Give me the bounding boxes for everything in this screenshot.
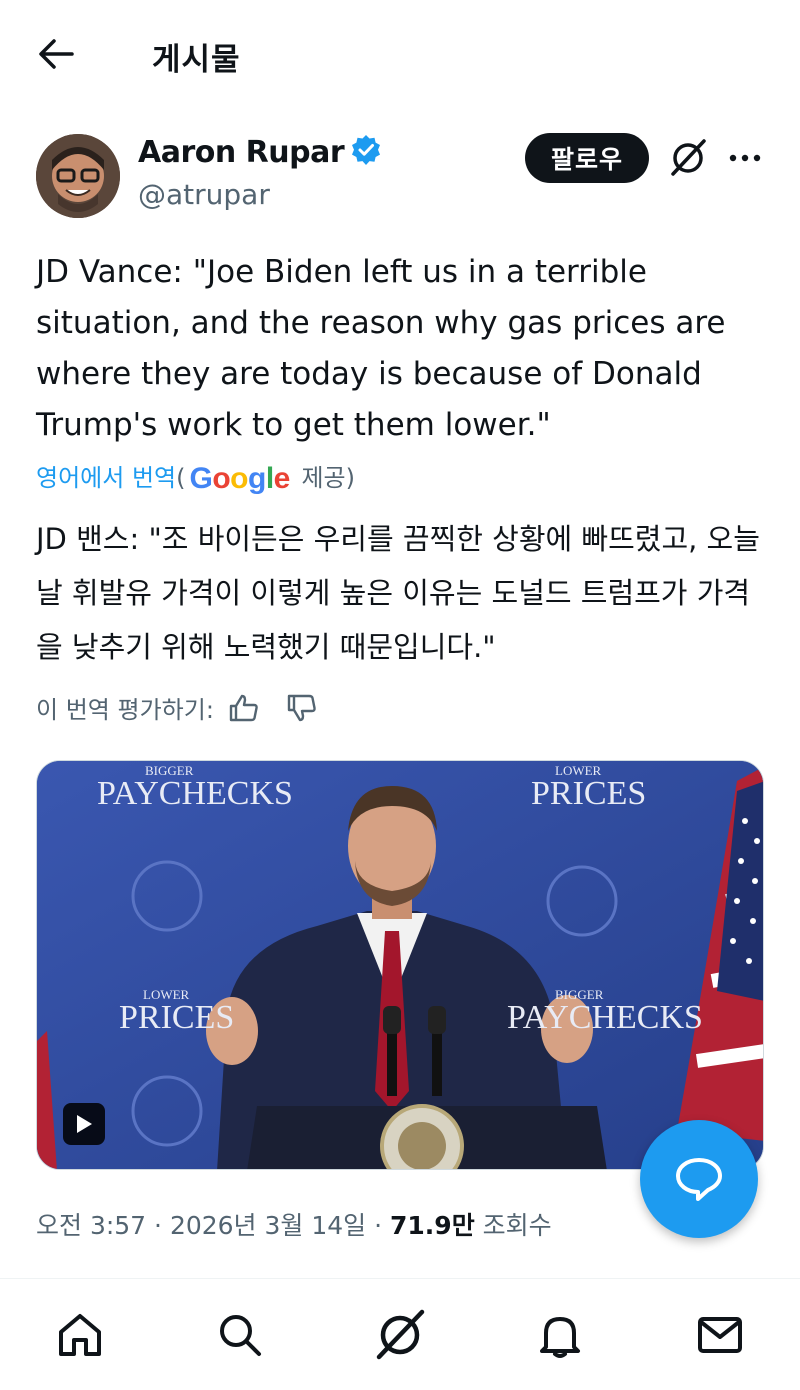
google-logo-g: G [189,462,213,495]
nav-grok[interactable] [370,1305,430,1365]
google-logo-l: l [265,462,274,495]
display-name-text: Aaron Rupar [138,135,345,170]
provided-label: 제공) [293,464,355,492]
verified-badge-icon [352,135,381,165]
mail-icon [698,1317,742,1353]
backdrop-text: PRICES [119,999,235,1036]
play-icon [77,1115,92,1133]
views-count: 71.9만 [390,1211,475,1240]
page-title: 게시물 [152,42,241,78]
grok-button[interactable] [668,138,708,178]
thumbs-up-icon[interactable] [228,693,260,723]
translation-source-link[interactable]: 영어에서 번역 [36,464,176,492]
backdrop-text: PRICES [531,775,647,812]
top-bar: 게시물 [0,0,800,110]
tweet-time[interactable]: 오전 3:57 [36,1211,146,1240]
backdrop-text: PAYCHECKS [97,775,293,812]
back-button[interactable] [36,36,76,72]
arrow-left-icon [39,39,74,69]
meta-separator: · [146,1211,170,1240]
paren-open: ( [176,464,186,492]
tweet-date[interactable]: 2026년 3월 14일 [170,1211,366,1240]
search-icon [220,1315,261,1356]
nav-messages[interactable] [690,1305,750,1365]
tweet-meta: 오전 3:57 · 2026년 3월 14일 · 71.9만 조회수 [36,1206,552,1242]
more-horizontal-icon [729,154,761,162]
views-label: 조회수 [474,1211,552,1240]
bell-icon [540,1317,580,1358]
handle[interactable]: @atrupar [138,178,270,211]
google-logo-o1: o [212,462,231,495]
google-logo: Google [189,462,291,495]
rate-translation: 이 번역 평가하기: [36,690,318,725]
follow-button[interactable]: 팔로우 [525,133,649,183]
google-logo-o2: o [230,462,248,495]
meta-separator: · [366,1211,391,1240]
home-icon [59,1314,101,1356]
avatar[interactable] [36,134,120,218]
video-play-badge[interactable] [63,1103,105,1145]
backdrop-text: PAYCHECKS [507,999,703,1036]
bottom-nav [0,1280,800,1390]
bottom-divider [0,1278,800,1279]
video-thumbnail [37,761,763,1169]
more-button[interactable] [728,148,762,168]
tweet-text: JD Vance: "Joe Biden left us in a terrib… [36,254,726,443]
rate-label: 이 번역 평가하기: [36,696,214,724]
nav-notifications[interactable] [530,1305,590,1365]
grok-icon [671,139,706,176]
translation-attribution: 영어에서 번역(Google 제공) [36,458,355,496]
nav-search[interactable] [210,1305,270,1365]
video-media[interactable]: BIGGER PAYCHECKS LOWER PRICES LOWER PRIC… [36,760,764,1170]
google-logo-e: e [273,462,291,495]
display-name[interactable]: Aaron Rupar [138,134,382,170]
reply-fab-button[interactable] [640,1120,758,1238]
compose-reply-icon [676,1158,722,1201]
thumbs-down-icon[interactable] [286,693,318,723]
nav-home[interactable] [50,1305,110,1365]
author-row: Aaron Rupar @atrupar 팔로우 [0,128,800,228]
translated-text: JD 밴스: "조 바이든은 우리를 끔찍한 상황에 빠뜨렸고, 오늘날 휘발유… [36,522,760,664]
grok-icon [376,1309,425,1360]
google-logo-g2: g [247,462,266,495]
